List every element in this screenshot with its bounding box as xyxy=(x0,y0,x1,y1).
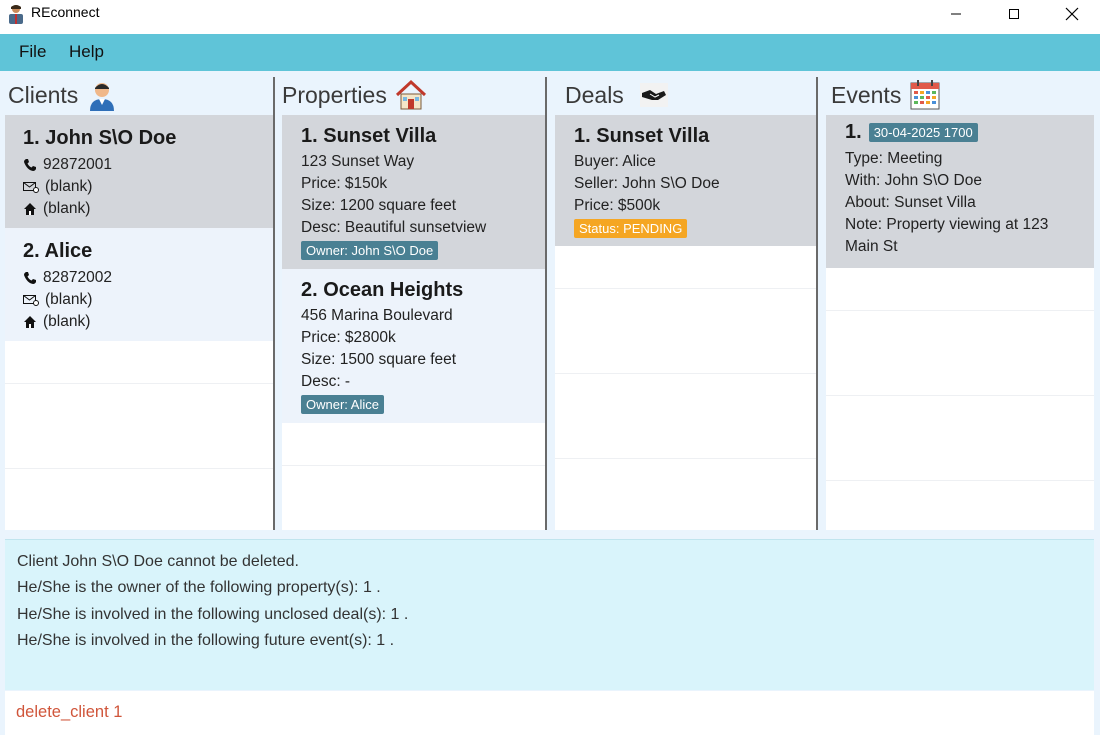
event-note: Note: Property viewing at 123 Main St xyxy=(845,216,1049,255)
minimize-button[interactable] xyxy=(927,0,985,28)
list-item[interactable]: 1. Sunset Villa 123 Sunset Way Price: $1… xyxy=(282,115,545,269)
list-item[interactable]: 2. Ocean Heights 456 Marina Boulevard Pr… xyxy=(282,269,545,423)
empty-row xyxy=(282,423,545,466)
status-badge: Status: PENDING xyxy=(574,219,688,238)
empty-row xyxy=(555,374,816,459)
client-email: (blank) xyxy=(23,289,255,311)
clients-header: Clients xyxy=(8,76,118,114)
deal-buyer: Buyer: Alice xyxy=(574,153,656,170)
property-address: 456 Marina Boulevard xyxy=(301,307,453,324)
window-title: REconnect xyxy=(31,4,100,20)
client-phone: 82872002 xyxy=(23,267,255,289)
event-date-badge: 30-04-2025 1700 xyxy=(868,123,978,142)
events-title: Events xyxy=(831,81,902,108)
phone-icon xyxy=(24,159,36,171)
deal-price: Price: $500k xyxy=(574,197,661,214)
list-item[interactable]: 1. 30-04-2025 1700 Type: Meeting With: J… xyxy=(826,115,1094,268)
client-address: (blank) xyxy=(23,198,255,220)
client-phone: 92872001 xyxy=(23,154,255,176)
list-item[interactable]: 1. Sunset Villa Buyer: Alice Seller: Joh… xyxy=(555,115,816,246)
owner-badge: Owner: Alice xyxy=(301,395,384,414)
property-size: Size: 1500 square feet xyxy=(301,351,457,368)
handshake-icon xyxy=(639,83,668,107)
home-icon xyxy=(24,203,36,215)
client-phone-text: 82872002 xyxy=(43,269,112,286)
event-type: Type: Meeting xyxy=(845,150,943,167)
properties-title: Properties xyxy=(282,81,387,108)
result-line: He/She is involved in the following futu… xyxy=(17,631,395,649)
minimize-icon xyxy=(951,13,961,15)
maximize-button[interactable] xyxy=(985,0,1043,28)
client-phone-text: 92872001 xyxy=(43,156,112,173)
property-size: Size: 1200 square feet xyxy=(301,197,457,214)
command-input[interactable]: delete_client 1 xyxy=(5,691,1094,735)
empty-row xyxy=(5,341,273,384)
result-display[interactable]: Client John S\O Doe cannot be deleted. H… xyxy=(5,539,1094,690)
result-line: He/She is involved in the following uncl… xyxy=(17,605,409,623)
calendar-icon xyxy=(910,80,940,110)
property-name: 2. Ocean Heights xyxy=(301,279,464,301)
deal-property: 1. Sunset Villa xyxy=(574,125,710,147)
deals-header: Deals xyxy=(565,76,670,114)
client-address: (blank) xyxy=(23,311,255,333)
result-line: Client John S\O Doe cannot be deleted. xyxy=(17,553,299,570)
property-price: Price: $2800k xyxy=(301,329,396,346)
empty-row xyxy=(555,246,816,289)
column-divider[interactable] xyxy=(273,77,275,530)
client-address-text: (blank) xyxy=(43,313,91,330)
event-with: With: John S\O Doe xyxy=(845,172,982,189)
properties-header: Properties xyxy=(282,76,427,114)
house-icon xyxy=(395,79,426,110)
command-text[interactable]: delete_client 1 xyxy=(16,703,122,721)
title-bar: REconnect xyxy=(0,0,1108,34)
property-desc: Desc: - xyxy=(301,373,351,390)
menu-file[interactable]: File xyxy=(19,42,46,62)
empty-row xyxy=(826,311,1094,396)
client-email-text: (blank) xyxy=(45,291,93,308)
client-name: 1. John S\O Doe xyxy=(23,127,177,149)
home-icon xyxy=(24,316,36,328)
client-address-text: (blank) xyxy=(43,200,91,217)
list-item[interactable]: 2. Alice 82872002 (blank) (blank) xyxy=(5,228,273,341)
close-button[interactable] xyxy=(1043,0,1101,28)
property-desc: Desc: Beautiful sunsetview xyxy=(301,219,487,236)
client-name: 2. Alice xyxy=(23,240,93,262)
person-icon xyxy=(9,5,23,24)
deal-seller: Seller: John S\O Doe xyxy=(574,175,720,192)
column-divider[interactable] xyxy=(545,77,547,530)
empty-row xyxy=(555,289,816,374)
client-email: (blank) xyxy=(23,176,255,198)
empty-row xyxy=(5,384,273,469)
events-list[interactable]: 1. 30-04-2025 1700 Type: Meeting With: J… xyxy=(826,115,1094,530)
client-email-text: (blank) xyxy=(45,178,93,195)
event-about: About: Sunset Villa xyxy=(845,194,976,211)
phone-icon xyxy=(24,272,36,284)
property-price: Price: $150k xyxy=(301,175,388,192)
result-line: He/She is the owner of the following pro… xyxy=(17,579,381,597)
person-icon xyxy=(90,83,115,111)
property-name: 1. Sunset Villa xyxy=(301,125,437,147)
email-icon xyxy=(23,182,39,193)
maximize-icon xyxy=(1009,9,1019,19)
deals-list[interactable]: 1. Sunset Villa Buyer: Alice Seller: Joh… xyxy=(555,115,816,530)
event-index: 1. xyxy=(845,121,862,143)
properties-list[interactable]: 1. Sunset Villa 123 Sunset Way Price: $1… xyxy=(282,115,545,530)
close-icon xyxy=(1065,7,1079,21)
menu-help[interactable]: Help xyxy=(69,42,104,62)
column-divider[interactable] xyxy=(816,77,818,530)
deals-title: Deals xyxy=(565,81,624,108)
owner-badge: Owner: John S\O Doe xyxy=(301,241,439,260)
empty-row xyxy=(826,268,1094,311)
list-item[interactable]: 1. John S\O Doe 92872001 (blank) (blank) xyxy=(5,115,273,228)
empty-row xyxy=(826,396,1094,481)
property-address: 123 Sunset Way xyxy=(301,153,415,170)
email-icon xyxy=(23,295,39,306)
events-header: Events xyxy=(831,76,941,114)
menu-bar: File Help xyxy=(0,34,1100,71)
clients-title: Clients xyxy=(8,81,79,108)
clients-list[interactable]: 1. John S\O Doe 92872001 (blank) (blank)… xyxy=(5,115,273,530)
